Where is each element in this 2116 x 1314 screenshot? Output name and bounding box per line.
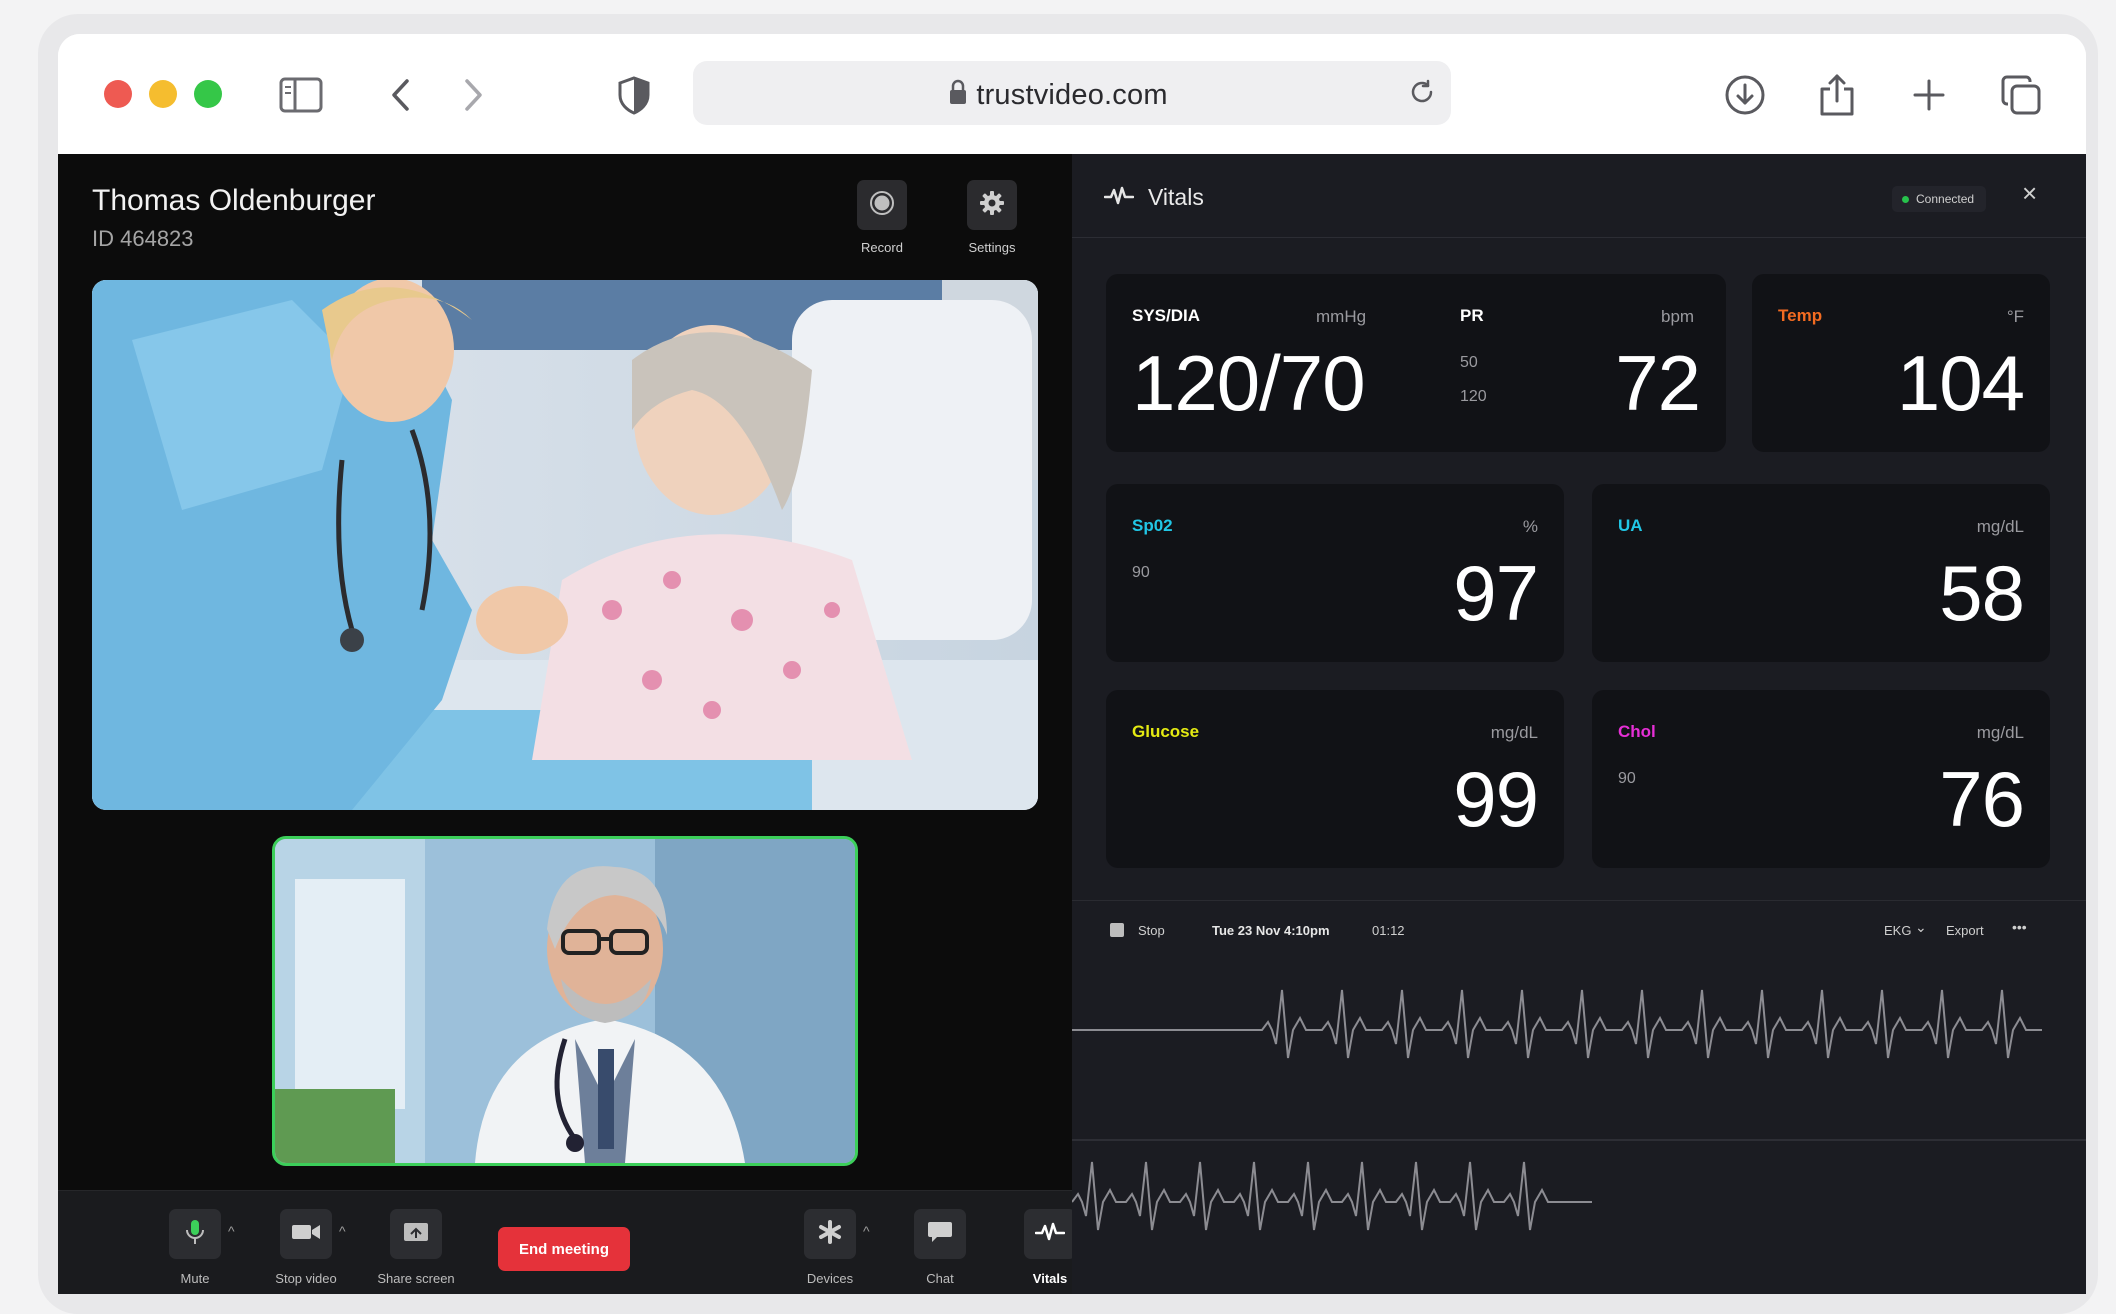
- stop-icon[interactable]: [1110, 923, 1124, 937]
- pr-value: 72: [1615, 339, 1701, 427]
- share-screen-label: Share screen: [377, 1271, 455, 1286]
- vitals-pulse-icon: [1103, 186, 1135, 211]
- pr-high-threshold: 120: [1460, 388, 1487, 405]
- forward-icon[interactable]: [450, 72, 496, 118]
- self-view-image: [275, 839, 855, 1163]
- sysdia-unit: mmHg: [1316, 307, 1367, 326]
- devices-button[interactable]: Devices: [785, 1209, 875, 1286]
- ekg-waveform: [1072, 989, 2086, 1231]
- mute-button[interactable]: Mute: [150, 1209, 240, 1286]
- ekg-mode-select[interactable]: EKG: [1884, 923, 1911, 938]
- stop-label[interactable]: Stop: [1138, 923, 1165, 938]
- sidebar-icon[interactable]: [278, 72, 324, 118]
- vitals-title: Vitals: [1148, 184, 1204, 210]
- minimize-window-button[interactable]: [149, 80, 177, 108]
- share-screen-icon: [403, 1221, 429, 1248]
- chat-icon: [927, 1220, 953, 1249]
- pulse-icon: [1034, 1222, 1066, 1247]
- mute-label: Mute: [180, 1271, 210, 1286]
- record-label: Record: [861, 240, 903, 255]
- export-button[interactable]: Export: [1946, 923, 1984, 938]
- chol-unit: mg/dL: [1976, 723, 2024, 742]
- temp-unit: °F: [2006, 307, 2024, 326]
- stop-video-label: Stop video: [275, 1271, 337, 1286]
- download-icon[interactable]: [1722, 72, 1768, 118]
- recording-elapsed: 01:12: [1372, 923, 1405, 938]
- ua-value: 58: [1939, 549, 2025, 637]
- url-text: trustvideo.com: [976, 79, 1168, 111]
- glucose-label: Glucose: [1132, 722, 1200, 741]
- maximize-window-button[interactable]: [194, 80, 222, 108]
- browser-window: trustvideo.com Thomas Oldenburger ID 464…: [58, 34, 2086, 1294]
- spo2-label: Sp02: [1132, 516, 1173, 535]
- more-options-icon[interactable]: •••: [2012, 919, 2027, 935]
- recording-datetime: Tue 23 Nov 4:10pm: [1212, 923, 1330, 938]
- sysdia-label: SYS/DIA: [1132, 306, 1201, 325]
- reload-icon[interactable]: [1407, 77, 1437, 112]
- video-call-panel: Thomas Oldenburger ID 464823 Record Sett…: [58, 154, 1076, 1294]
- video-camera-icon: [291, 1222, 321, 1247]
- self-view-video[interactable]: [272, 836, 858, 1166]
- pr-low-threshold: 50: [1460, 354, 1478, 371]
- settings-label: Settings: [968, 240, 1016, 255]
- temperature-card: Temp °F 104: [1752, 274, 2050, 452]
- chevron-down-icon[interactable]: ⌄: [1915, 919, 1927, 936]
- remote-video[interactable]: [92, 280, 1038, 810]
- new-tab-icon[interactable]: [1906, 72, 1952, 118]
- stop-video-button[interactable]: Stop video: [261, 1209, 351, 1286]
- back-icon[interactable]: [378, 72, 424, 118]
- shield-icon[interactable]: [611, 72, 657, 118]
- close-icon[interactable]: ×: [2022, 178, 2037, 209]
- share-screen-button[interactable]: Share screen: [371, 1209, 461, 1286]
- patient-id: ID 464823: [92, 226, 194, 251]
- spo2-value: 97: [1453, 549, 1539, 637]
- mute-options-chevron-icon[interactable]: ^: [228, 1223, 235, 1239]
- glucose-unit: mg/dL: [1490, 723, 1538, 742]
- blood-pressure-pulse-card: SYS/DIA mmHg 120/70 PR bpm 50 120 72: [1106, 274, 1726, 452]
- glucose-value: 99: [1453, 755, 1539, 843]
- patient-name: Thomas Oldenburger: [92, 184, 376, 217]
- tabs-overview-icon[interactable]: [1998, 72, 2044, 118]
- remote-video-image: [92, 280, 1038, 810]
- video-options-chevron-icon[interactable]: ^: [339, 1223, 346, 1239]
- devices-label: Devices: [806, 1271, 854, 1286]
- temp-label: Temp: [1778, 306, 1823, 325]
- spo2-low-threshold: 90: [1132, 564, 1150, 581]
- chol-value: 76: [1939, 755, 2025, 843]
- pr-unit: bpm: [1661, 307, 1695, 326]
- pr-label: PR: [1460, 306, 1484, 325]
- telehealth-app: Thomas Oldenburger ID 464823 Record Sett…: [58, 154, 2086, 1294]
- chat-button[interactable]: Chat: [895, 1209, 985, 1286]
- devices-options-chevron-icon[interactable]: ^: [863, 1223, 870, 1239]
- cholesterol-card: Chol mg/dL 90 76: [1592, 690, 2050, 868]
- devices-icon: [817, 1219, 843, 1250]
- vitals-panel: Vitals Connected × SYS/DIA mmHg 120/70 P…: [1072, 154, 2086, 1294]
- temp-value: 104: [1896, 339, 2025, 427]
- end-meeting-button[interactable]: End meeting: [498, 1227, 630, 1271]
- chol-label: Chol: [1618, 722, 1656, 741]
- address-bar[interactable]: trustvideo.com: [693, 61, 1451, 125]
- browser-toolbar: trustvideo.com: [58, 34, 2086, 154]
- spo2-card: Sp02 % 90 97: [1106, 484, 1564, 662]
- ua-unit: mg/dL: [1976, 517, 2024, 536]
- chat-label: Chat: [926, 1271, 954, 1286]
- sysdia-value: 120/70: [1132, 339, 1366, 427]
- ekg-recording-bar: Stop Tue 23 Nov 4:10pm 01:12 EKG ⌄ Expor…: [1072, 900, 2086, 960]
- settings-button[interactable]: Settings: [952, 180, 1032, 255]
- close-window-button[interactable]: [104, 80, 132, 108]
- record-icon: [869, 190, 895, 221]
- record-button[interactable]: Record: [842, 180, 922, 255]
- glucose-card: Glucose mg/dL 99: [1106, 690, 1564, 868]
- vitals-header: Vitals Connected ×: [1072, 154, 2086, 238]
- spo2-unit: %: [1522, 517, 1538, 536]
- uric-acid-card: UA mg/dL 58: [1592, 484, 2050, 662]
- microphone-icon: [184, 1218, 206, 1251]
- call-controls-bar: Mute ^ Stop video ^ Share screen End mee…: [58, 1190, 1076, 1294]
- gear-icon: [979, 190, 1005, 221]
- chol-low-threshold: 90: [1618, 770, 1636, 787]
- ua-label: UA: [1618, 516, 1643, 535]
- share-icon[interactable]: [1814, 72, 1860, 118]
- connection-status-badge: Connected: [1892, 186, 1987, 212]
